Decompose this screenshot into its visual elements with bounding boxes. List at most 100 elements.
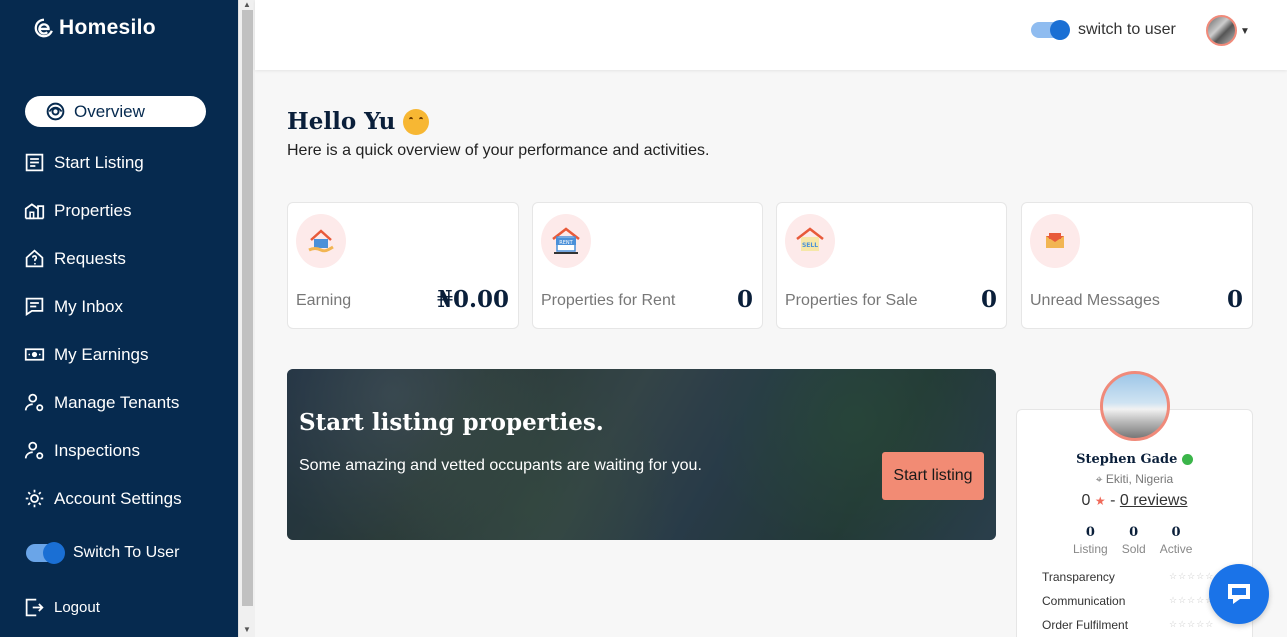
chat-support-button[interactable]: [1209, 564, 1269, 624]
scroll-down-icon[interactable]: ▼: [243, 625, 251, 634]
card-label: Unread Messages: [1030, 292, 1160, 309]
scroll-up-icon[interactable]: ▲: [243, 0, 251, 9]
switch-label: switch to user: [1078, 21, 1176, 38]
sidebar-item-label: My Inbox: [54, 296, 123, 316]
card-value: 0: [980, 286, 997, 313]
chat-bubble-icon: [1228, 584, 1250, 604]
sidebar-item-my-inbox[interactable]: My Inbox: [24, 296, 123, 317]
sidebar-item-account-settings[interactable]: Account Settings: [24, 488, 182, 509]
stat-value: 0: [1085, 525, 1095, 540]
stat-active: 0 Active: [1160, 525, 1193, 556]
sell-badge: SELL: [802, 242, 818, 249]
topbar-switch[interactable]: switch to user: [1031, 20, 1176, 40]
start-listing-button[interactable]: Start listing: [882, 452, 984, 500]
profile-location: ⌖ Ekiti, Nigeria: [1017, 472, 1252, 487]
rating-label: Communication: [1042, 594, 1126, 608]
sidebar-scrollbar[interactable]: ▲ ▼: [238, 0, 255, 637]
star-rating-icon: ☆☆☆☆☆: [1169, 595, 1215, 605]
sidebar-item-properties[interactable]: Properties: [24, 200, 131, 221]
sidebar-item-label: Account Settings: [54, 488, 182, 508]
logout-label: Logout: [54, 599, 100, 616]
profile-name: Stephen Gade: [1017, 452, 1252, 467]
profile-location-text: Ekiti, Nigeria: [1105, 472, 1174, 486]
logo[interactable]: Homesilo: [33, 16, 156, 40]
switch-toggle[interactable]: [1031, 20, 1070, 40]
house-rent-icon: RENT: [541, 214, 591, 268]
sidebar-item-label: Start Listing: [54, 152, 144, 172]
star-rating-icon: ☆☆☆☆☆: [1169, 619, 1215, 629]
sidebar: Homesilo Overview Start Listing Properti…: [0, 0, 238, 637]
stat-value: 0: [1129, 525, 1139, 540]
reviews-link[interactable]: 0 reviews: [1120, 492, 1188, 509]
card-label: Properties for Rent: [541, 292, 676, 309]
sidebar-item-overview[interactable]: Overview: [25, 96, 206, 127]
homesilo-logo-icon: [34, 18, 53, 38]
chevron-down-icon[interactable]: ▼: [1240, 26, 1250, 37]
sidebar-item-label: Requests: [54, 248, 126, 268]
stat-label: Sold: [1121, 542, 1146, 556]
logout-button[interactable]: Logout: [24, 597, 100, 618]
logout-icon: [25, 598, 44, 617]
stat-card-earning: Earning ₦0.00: [287, 202, 519, 329]
gear-icon: [25, 489, 44, 508]
rating-label: Order Fulfilment: [1042, 618, 1129, 632]
money-icon: [24, 348, 45, 361]
stat-sold: 0 Sold: [1122, 525, 1146, 556]
sidebar-item-my-earnings[interactable]: My Earnings: [24, 344, 148, 365]
card-value: 0: [736, 286, 753, 313]
profile-rating: 0 ★ - 0 reviews: [1081, 492, 1188, 509]
stat-card-messages: Unread Messages 0: [1021, 202, 1253, 329]
brand-name: Homesilo: [59, 16, 156, 39]
profile-name-text: Stephen Gade: [1076, 452, 1178, 467]
sidebar-item-label: Overview: [74, 101, 145, 121]
sidebar-item-inspections[interactable]: Inspections: [24, 440, 140, 461]
banner-title: Start listing properties.: [299, 409, 604, 436]
switch-toggle[interactable]: [26, 542, 65, 564]
greeting-text: Hello Yu: [287, 108, 396, 135]
stat-card-rent: RENT Properties for Rent 0: [532, 202, 763, 329]
sidebar-switch-to-user[interactable]: Switch To User: [26, 542, 179, 564]
stat-value: 0: [1171, 525, 1181, 540]
user-gear-icon: [24, 441, 44, 460]
eye-icon: [46, 102, 65, 121]
user-gear-icon: [24, 393, 44, 412]
sidebar-item-requests[interactable]: Requests: [24, 248, 126, 269]
sidebar-item-label: Properties: [54, 200, 132, 220]
stat-label: Listing: [1073, 542, 1108, 556]
profile-stats: 0 Listing 0 Sold 0 Active: [1073, 525, 1192, 556]
house-sell-icon: SELL: [785, 214, 835, 268]
sidebar-item-start-listing[interactable]: Start Listing: [24, 152, 144, 173]
sidebar-item-manage-tenants[interactable]: Manage Tenants: [24, 392, 179, 413]
sidebar-item-label: My Earnings: [54, 344, 149, 364]
scroll-thumb[interactable]: [242, 10, 253, 606]
topbar: switch to user ▼: [255, 0, 1287, 70]
card-value: 0: [1226, 286, 1243, 313]
star-icon: ★: [1094, 494, 1106, 508]
stat-card-sale: SELL Properties for Sale 0: [776, 202, 1007, 329]
rating-row-communication: Communication: [1042, 594, 1125, 608]
envelope-icon: [1030, 214, 1080, 268]
house-question-icon: [25, 249, 44, 268]
location-pin-icon: ⌖: [1095, 472, 1103, 486]
profile-avatar: [1100, 371, 1170, 441]
rating-row-transparency: Transparency: [1042, 570, 1115, 584]
document-icon: [25, 153, 44, 172]
banner-text: Some amazing and vetted occupants are wa…: [299, 457, 702, 474]
verified-icon: [1181, 454, 1193, 465]
rating-value: 0: [1081, 492, 1091, 509]
house-hand-icon: [296, 214, 346, 268]
rating-row-order-fulfilment: Order Fulfilment: [1042, 618, 1128, 632]
avatar[interactable]: [1206, 15, 1237, 46]
card-label: Earning: [296, 292, 352, 309]
sidebar-item-label: Inspections: [54, 440, 140, 460]
page-title: Hello Yu: [287, 108, 430, 135]
chat-icon: [25, 297, 44, 317]
stat-listing: 0 Listing: [1073, 525, 1108, 556]
building-icon: [24, 203, 45, 220]
hugging-face-icon: [403, 108, 430, 135]
card-label: Properties for Sale: [785, 292, 918, 309]
page-subtitle: Here is a quick overview of your perform…: [287, 142, 710, 159]
stat-label: Active: [1159, 542, 1193, 556]
rating-label: Transparency: [1042, 570, 1115, 584]
sidebar-item-label: Manage Tenants: [54, 392, 180, 412]
